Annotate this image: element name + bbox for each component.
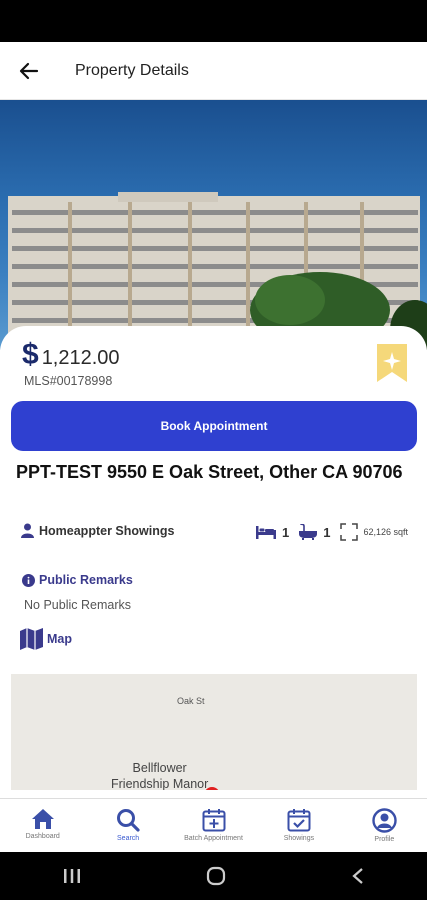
app-bar: Property Details <box>0 42 427 100</box>
property-photo <box>0 100 427 350</box>
map-place-label: Bellflower Friendship Manor <box>111 760 208 790</box>
home-icon <box>31 809 54 829</box>
nav-label: Search <box>117 835 140 842</box>
baths-count: 1 <box>323 524 331 540</box>
nav-label: Batch Appointment <box>184 835 243 842</box>
price-value: 1,212.00 <box>41 347 120 369</box>
nav-item-dashboard[interactable]: Dashboard <box>0 799 85 852</box>
public-remarks-heading: Public Remarks <box>22 573 133 587</box>
agent: Homeappter Showings <box>20 523 174 538</box>
bookmark-icon[interactable] <box>377 344 407 382</box>
back-button[interactable] <box>0 42 58 100</box>
remarks-title: Public Remarks <box>39 573 133 587</box>
status-bar <box>0 0 427 42</box>
price: $ 1,212.00 <box>22 338 120 372</box>
bath-icon <box>299 524 318 540</box>
back-nav-icon[interactable] <box>351 867 365 885</box>
recent-apps-icon[interactable] <box>62 868 82 884</box>
map-view[interactable]: Oak St Bellflower Friendship Manor <box>11 674 417 790</box>
map-icon <box>20 628 43 650</box>
property-specs: 1 1 62,126 sqft <box>255 523 408 541</box>
search-icon <box>117 809 140 832</box>
map-street-label: Oak St <box>177 696 205 706</box>
system-nav-bar <box>0 852 427 900</box>
map-place-line1: Bellflower <box>132 761 187 775</box>
page-title: Property Details <box>75 61 189 79</box>
map-heading: Map <box>20 628 72 650</box>
nav-item-batch-appointment[interactable]: Batch Appointment <box>171 799 256 852</box>
nav-item-search[interactable]: Search <box>85 799 170 852</box>
book-appointment-button[interactable]: Book Appointment <box>11 401 417 451</box>
calendar-plus-icon <box>202 809 226 832</box>
bottom-nav: Dashboard Search Batch Appointment Showi… <box>0 798 427 852</box>
nav-label: Showings <box>283 835 315 842</box>
user-icon <box>372 808 397 833</box>
nav-label: Dashboard <box>25 833 60 840</box>
beds-count: 1 <box>281 524 290 540</box>
calendar-check-icon <box>287 809 311 832</box>
remarks-text: No Public Remarks <box>24 598 131 612</box>
bed-icon <box>255 526 276 539</box>
map-place-line2: Friendship Manor <box>111 777 209 790</box>
property-address: PPT-TEST 9550 E Oak Street, Other CA 907… <box>16 462 403 482</box>
arrow-left-icon <box>19 62 39 79</box>
user-icon <box>21 523 34 538</box>
agent-name: Homeappter Showings <box>39 523 175 538</box>
info-icon <box>22 573 35 587</box>
nav-label: Profile <box>374 836 395 843</box>
sqft: 62,126 sqft <box>363 527 408 537</box>
currency-symbol: $ <box>22 338 39 371</box>
nav-item-showings[interactable]: Showings <box>256 799 341 852</box>
building-image <box>8 192 427 350</box>
mls-number: MLS#00178998 <box>24 374 113 388</box>
home-button-icon[interactable] <box>206 866 226 886</box>
map-title: Map <box>47 632 72 646</box>
nav-item-profile[interactable]: Profile <box>342 799 427 852</box>
expand-icon <box>340 523 359 541</box>
